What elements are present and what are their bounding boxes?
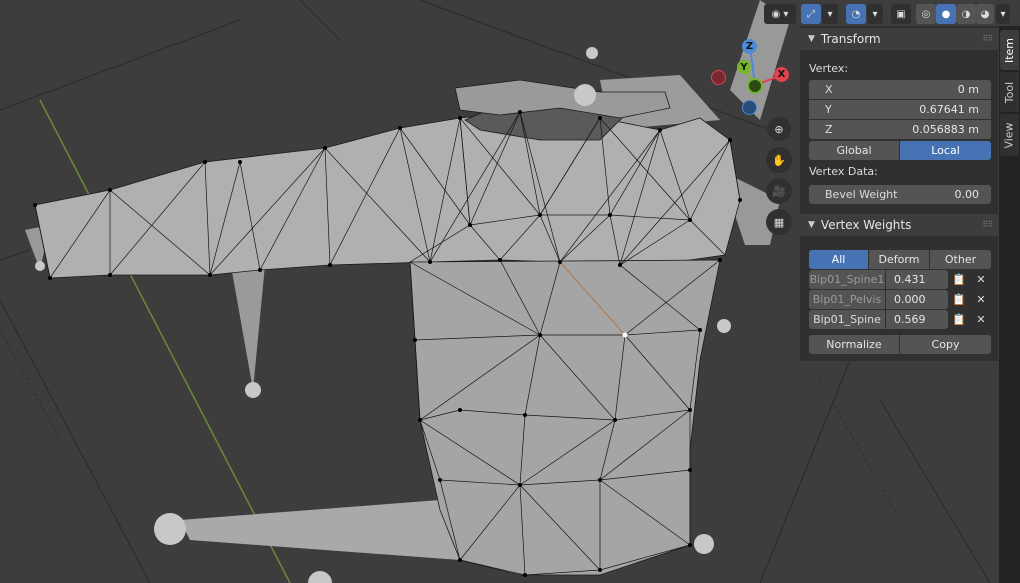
collapse-icon: ▼ — [808, 34, 815, 44]
active-vertex — [622, 332, 628, 338]
remove-weight-button[interactable]: ✕ — [972, 270, 990, 289]
z-label: Z — [825, 123, 833, 136]
vertex-group-name[interactable]: Bip01_Spine — [809, 310, 885, 329]
paste-weight-button[interactable]: 📋 — [950, 290, 968, 309]
shading-rendered[interactable]: ◕ — [976, 4, 994, 24]
transform-title: Transform — [820, 32, 881, 46]
paste-icon: 📋 — [952, 293, 966, 306]
paste-icon: 📋 — [952, 313, 966, 326]
bevel-weight-label: Bevel Weight — [825, 188, 898, 201]
x-value: 0 m — [957, 83, 979, 96]
overlay-dropdown[interactable]: ▾ — [867, 4, 883, 24]
gizmo-toggle[interactable]: ⤢ — [801, 4, 821, 24]
copy-button[interactable]: Copy — [900, 335, 991, 354]
tab-item[interactable]: Item — [1000, 30, 1019, 70]
vertex-z-field[interactable]: Z 0.056883 m — [809, 120, 991, 139]
chevron-down-icon: ▾ — [827, 8, 833, 20]
vertex-group-name[interactable]: Bip01_Spine1 — [809, 270, 885, 289]
chevron-down-icon: ▾ — [872, 8, 878, 20]
transform-panel-header[interactable]: ▼ Transform ⠿⠿ — [800, 28, 998, 50]
gizmo-dropdown[interactable]: ▾ — [822, 4, 838, 24]
overlay-icon: ◔ — [851, 8, 861, 20]
shading-material[interactable]: ◑ — [956, 4, 976, 24]
gizmo-y-label: Y — [740, 61, 748, 73]
overlay-toggle[interactable]: ◔ — [846, 4, 866, 24]
close-icon: ✕ — [976, 313, 986, 326]
collapse-icon: ▼ — [808, 220, 815, 230]
gizmo-z-label: Z — [745, 41, 754, 52]
gizmo-neg-z-axis[interactable] — [742, 100, 757, 115]
vertex-group-weight[interactable]: 0.431 — [886, 270, 948, 289]
eye-icon: ◉ ▾ — [771, 8, 789, 20]
remove-weight-button[interactable]: ✕ — [972, 310, 990, 329]
filter-all[interactable]: All — [809, 250, 868, 269]
visibility-dropdown[interactable]: ◉ ▾ — [764, 4, 796, 24]
sidebar-tabs: Item Tool View — [999, 26, 1020, 583]
tab-tool[interactable]: Tool — [1000, 72, 1019, 112]
perspective-button[interactable]: ▦ — [766, 209, 792, 235]
camera-button[interactable]: 🎥 — [766, 178, 792, 204]
vertex-group-weight[interactable]: 0.569 — [886, 310, 948, 329]
bevel-weight-field[interactable]: Bevel Weight 0.00 — [809, 185, 991, 204]
zoom-icon: ⊕ — [774, 122, 784, 136]
vertex-group-weight[interactable]: 0.000 — [886, 290, 948, 309]
close-icon: ✕ — [976, 273, 986, 286]
vertex-y-field[interactable]: Y 0.67641 m — [809, 100, 991, 119]
camera-icon: 🎥 — [772, 184, 786, 198]
x-label: X — [825, 83, 833, 96]
vertex-group-name[interactable]: Bip01_Pelvis — [809, 290, 885, 309]
gizmo-x-axis[interactable]: X — [774, 67, 789, 82]
remove-weight-button[interactable]: ✕ — [972, 290, 990, 309]
gizmo-z-axis[interactable]: Z — [742, 39, 757, 54]
solid-icon: ● — [941, 8, 951, 20]
zoom-button[interactable]: ⊕ — [767, 117, 791, 141]
filter-deform[interactable]: Deform — [869, 250, 929, 269]
tab-view[interactable]: View — [1000, 114, 1019, 156]
paste-weight-button[interactable]: 📋 — [950, 310, 968, 329]
tab-view-label: View — [1003, 121, 1017, 149]
drag-grip-icon[interactable]: ⠿⠿ — [982, 220, 993, 229]
filter-other[interactable]: Other — [930, 250, 991, 269]
xray-toggle[interactable]: ▣ — [891, 4, 911, 24]
gizmo-x-label: X — [777, 69, 786, 80]
tab-item-label: Item — [1003, 37, 1017, 63]
wireframe-icon: ◎ — [921, 8, 931, 20]
chevron-down-icon: ▾ — [1000, 8, 1006, 20]
bevel-weight-value: 0.00 — [954, 188, 980, 201]
gizmo-neg-x-axis[interactable] — [711, 70, 726, 85]
pan-button[interactable]: ✋ — [766, 147, 792, 173]
vertex-weights-title: Vertex Weights — [820, 218, 912, 232]
z-value: 0.056883 m — [912, 123, 979, 136]
paste-weight-button[interactable]: 📋 — [950, 270, 968, 289]
gizmo-icon: ⤢ — [807, 8, 815, 20]
gizmo-y-axis[interactable]: Y — [737, 60, 751, 74]
rendered-icon: ◕ — [980, 8, 990, 20]
global-toggle[interactable]: Global — [809, 141, 899, 160]
local-toggle[interactable]: Local — [900, 141, 991, 160]
y-value: 0.67641 m — [919, 103, 979, 116]
paste-icon: 📋 — [952, 273, 966, 286]
shading-solid[interactable]: ● — [936, 4, 956, 24]
y-label: Y — [825, 103, 832, 116]
xray-icon: ▣ — [896, 8, 906, 20]
shading-dropdown[interactable]: ▾ — [996, 4, 1010, 24]
shading-wireframe[interactable]: ◎ — [916, 4, 936, 24]
sidebar-panel: ▼ Transform ⠿⠿ Vertex: X 0 m Y 0.67641 m… — [800, 26, 998, 361]
material-icon: ◑ — [961, 8, 971, 20]
vertex-x-field[interactable]: X 0 m — [809, 80, 991, 99]
close-icon: ✕ — [976, 293, 986, 306]
tab-tool-label: Tool — [1003, 81, 1016, 103]
grid-icon: ▦ — [773, 215, 785, 229]
vertex-data-label: Vertex Data: — [809, 165, 878, 178]
hand-icon: ✋ — [772, 153, 786, 167]
gizmo-neg-y-axis[interactable] — [747, 78, 763, 94]
drag-grip-icon[interactable]: ⠿⠿ — [982, 34, 993, 43]
vertex-weights-panel-header[interactable]: ▼ Vertex Weights ⠿⠿ — [800, 214, 998, 236]
vertex-label: Vertex: — [809, 62, 849, 75]
normalize-button[interactable]: Normalize — [809, 335, 899, 354]
